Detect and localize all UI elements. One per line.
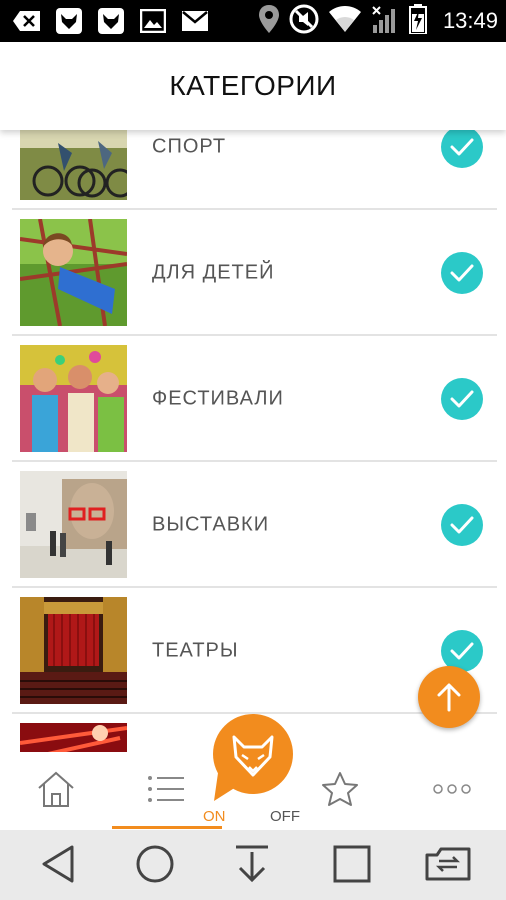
page-title: КАТЕГОРИИ [169, 70, 337, 101]
concert-photo [20, 723, 127, 752]
category-row-sport[interactable]: СПОРТ [0, 130, 506, 210]
list-icon [146, 774, 186, 809]
category-row-exhibitions[interactable]: ВЫСТАВКИ [0, 462, 506, 588]
back-app-icon [12, 6, 42, 36]
app-header: КАТЕГОРИИ [0, 42, 506, 130]
nav-switch-button[interactable] [425, 844, 471, 888]
fox-toggle-button[interactable] [212, 713, 294, 801]
category-label: ВЫСТАВКИ [152, 513, 270, 536]
home-circle-icon [135, 844, 175, 889]
tab-more[interactable] [416, 752, 488, 830]
recents-icon [333, 845, 371, 888]
star-icon [321, 771, 359, 812]
screen: 13:49 КАТЕГОРИИ СПОРТ ДЛЯ ДЕТЕЙ ФЕСТИВАЛ… [0, 0, 506, 900]
tab-list[interactable] [130, 752, 202, 830]
check-icon[interactable] [441, 252, 483, 294]
sport-photo [20, 130, 127, 200]
location-icon [258, 4, 279, 38]
category-label: ФЕСТИВАЛИ [152, 387, 284, 410]
nav-home-button[interactable] [133, 844, 177, 888]
mail-icon [180, 6, 210, 36]
back-icon [40, 845, 76, 888]
fox-notification-icon [54, 6, 84, 36]
toggle-off-label[interactable]: OFF [270, 808, 300, 825]
kids-photo [20, 219, 127, 326]
image-icon [138, 6, 168, 36]
wifi-icon [328, 5, 361, 37]
category-label: СПОРТ [152, 135, 227, 158]
mute-icon [289, 4, 319, 39]
check-icon[interactable] [441, 378, 483, 420]
download-icon [234, 844, 270, 889]
category-label: ТЕАТРЫ [152, 639, 239, 662]
tab-favorites[interactable] [304, 752, 376, 830]
tab-home[interactable] [20, 752, 92, 830]
check-icon[interactable] [441, 130, 483, 168]
theatre-photo [20, 597, 127, 704]
toggle-on-label[interactable]: ON [203, 808, 226, 825]
category-list[interactable]: СПОРТ ДЛЯ ДЕТЕЙ ФЕСТИВАЛИ ВЫСТАВКИ ТЕАТР… [0, 130, 506, 752]
status-bar: 13:49 [0, 0, 506, 42]
switch-sim-icon [425, 847, 471, 886]
home-icon [36, 770, 76, 813]
nav-recents-button[interactable] [330, 844, 374, 888]
signal-icon [371, 5, 399, 38]
category-row-kids[interactable]: ДЛЯ ДЕТЕЙ [0, 210, 506, 336]
battery-charging-icon [408, 3, 427, 39]
status-time: 13:49 [442, 8, 498, 33]
exhibition-photo [20, 471, 127, 578]
active-tab-indicator [112, 826, 222, 829]
category-row-festivals[interactable]: ФЕСТИВАЛИ [0, 336, 506, 462]
festival-photo [20, 345, 127, 452]
category-label: ДЛЯ ДЕТЕЙ [152, 261, 275, 284]
system-nav-bar [0, 830, 506, 900]
scroll-top-button[interactable] [418, 666, 480, 728]
fox-notification-icon [96, 6, 126, 36]
nav-back-button[interactable] [36, 844, 80, 888]
nav-download-button[interactable] [230, 844, 274, 888]
more-icon [432, 782, 472, 800]
check-icon[interactable] [441, 504, 483, 546]
